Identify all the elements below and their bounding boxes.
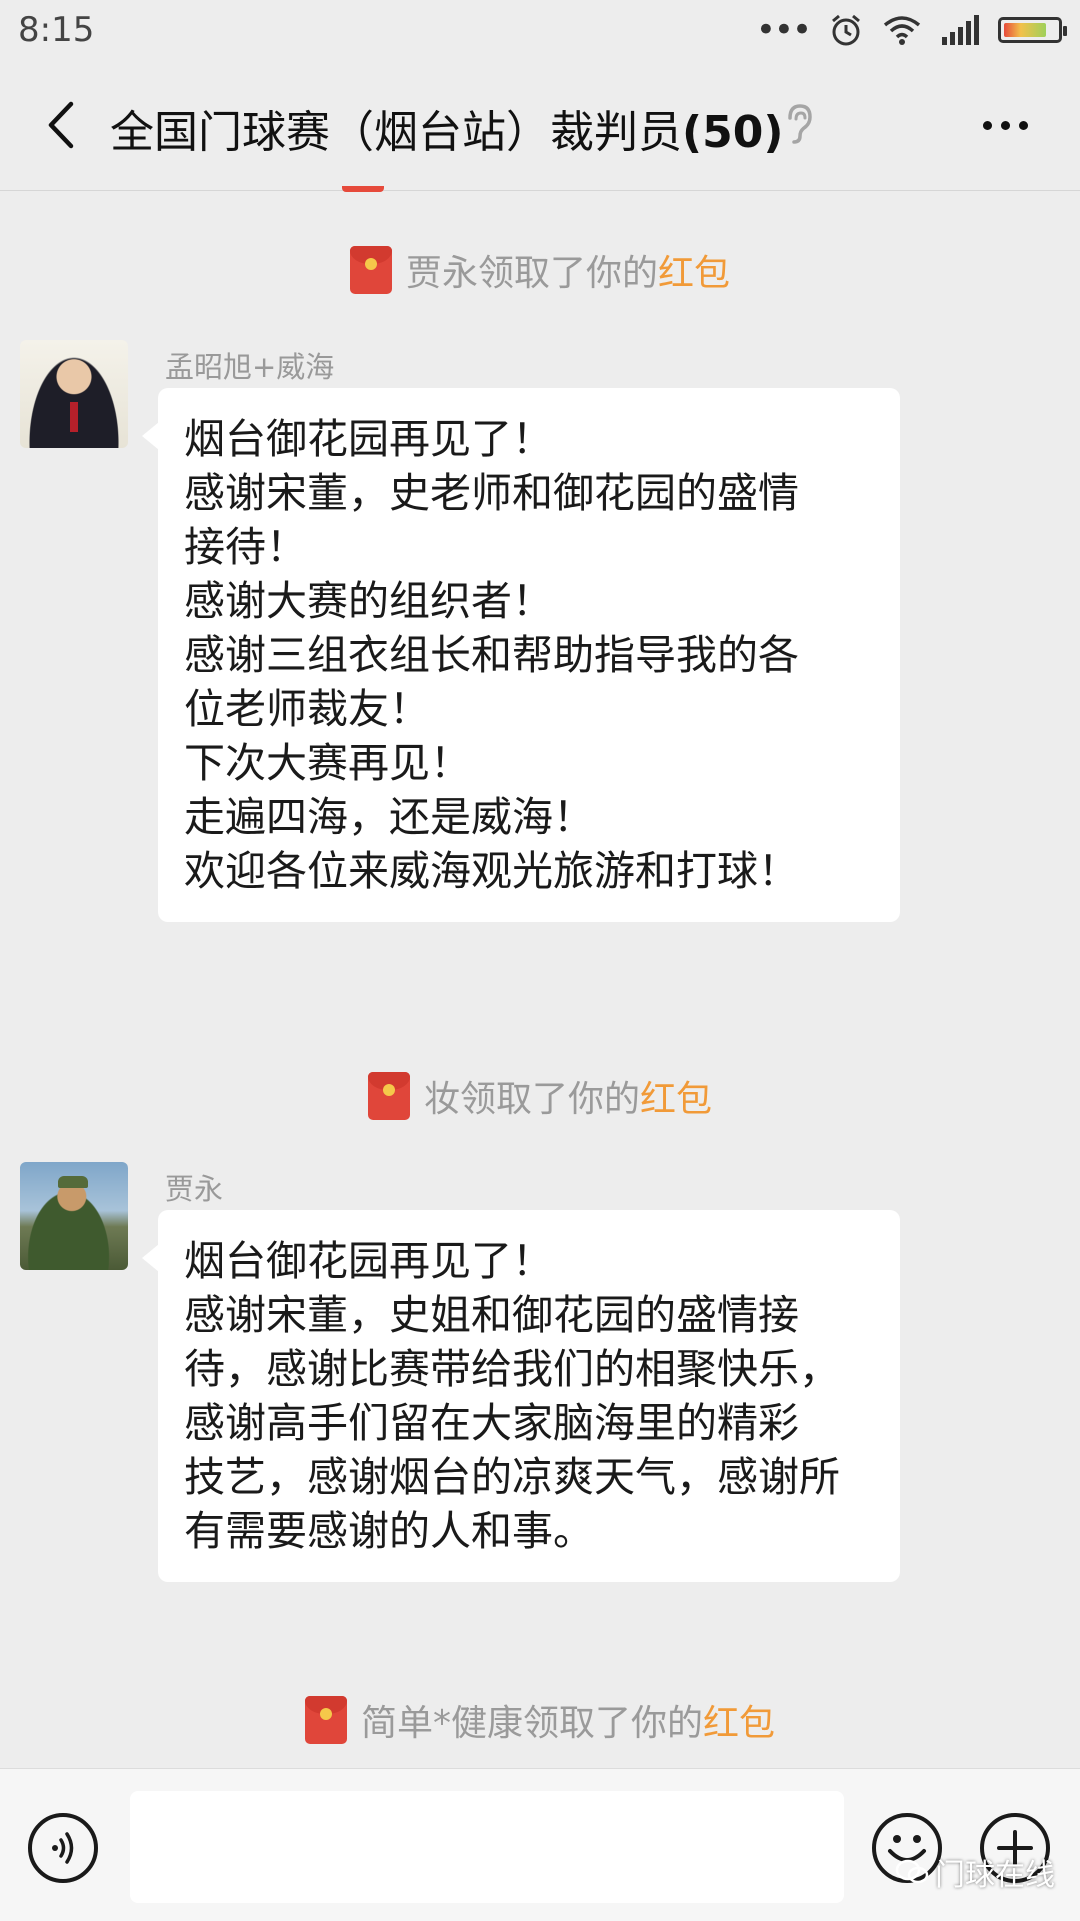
- message-line: 感谢宋董，史老师和御花园的盛情: [184, 469, 799, 517]
- avatar[interactable]: [20, 340, 128, 448]
- chat-header: 全国门球赛（烟台站）裁判员(50): [0, 60, 1080, 191]
- message-line: 有需要感谢的人和事。: [184, 1507, 594, 1555]
- watermark-logo-icon: [895, 1859, 929, 1884]
- red-packet-link[interactable]: 红包: [658, 253, 730, 294]
- status-bar: 8:15 •••: [0, 0, 1080, 60]
- signal-icon: [942, 15, 979, 45]
- message-line: 感谢三组衣组长和帮助指导我的各: [184, 631, 799, 679]
- message-line: 下次大赛再见！: [184, 739, 471, 787]
- message-line: 感谢宋董，史姐和御花园的盛情接: [184, 1291, 799, 1339]
- watermark: 门球在线: [895, 1850, 1055, 1894]
- message-line: 位老师裁友！: [184, 685, 430, 733]
- wifi-icon: [883, 16, 921, 45]
- system-notice: 简单*健康领取了你的红包: [0, 1694, 1080, 1746]
- message-line: 待，感谢比赛带给我们的相聚快乐，: [184, 1345, 840, 1393]
- message-line: 感谢高手们留在大家脑海里的精彩: [184, 1399, 799, 1447]
- sender-name: 贾永: [165, 1172, 224, 1206]
- red-packet-edge: [342, 186, 384, 192]
- watermark-text: 门球在线: [935, 1858, 1055, 1893]
- message-line: 技艺，感谢烟台的凉爽天气，感谢所: [184, 1453, 840, 1501]
- ear-icon: [788, 104, 812, 144]
- chevron-left-icon: [48, 101, 74, 149]
- message-bubble[interactable]: 烟台御花园再见了！ 感谢宋董，史老师和御花园的盛情 接待！ 感谢大赛的组织者！ …: [142, 388, 900, 922]
- more-dots-icon: •••: [755, 10, 812, 50]
- notice-text: 贾永领取了你的: [405, 253, 658, 294]
- notice-text: 简单*健康领取了你的: [360, 1703, 703, 1744]
- red-packet-link[interactable]: 红包: [703, 1703, 775, 1744]
- message-line: 烟台御花园再见了！: [184, 415, 553, 463]
- avatar[interactable]: [20, 1162, 128, 1270]
- message-bubble[interactable]: 烟台御花园再见了！ 感谢宋董，史姐和御花园的盛情接 待，感谢比赛带给我们的相聚快…: [142, 1210, 900, 1582]
- message-input[interactable]: [130, 1791, 844, 1903]
- message-line: 欢迎各位来威海观光旅游和打球！: [184, 847, 799, 895]
- red-packet-icon: [304, 1696, 347, 1744]
- message-line: 感谢大赛的组织者！: [184, 577, 553, 625]
- red-packet-link[interactable]: 红包: [640, 1079, 712, 1120]
- more-horizontal-icon: [982, 120, 992, 130]
- battery-icon: [998, 17, 1067, 43]
- more-options-button[interactable]: [970, 100, 1040, 150]
- chat-title: 全国门球赛（烟台站）裁判员(50): [110, 96, 783, 160]
- system-notice: 贾永领取了你的红包: [0, 244, 1080, 296]
- input-bar: [0, 1768, 1080, 1921]
- voice-button[interactable]: [28, 1813, 98, 1883]
- message-line: 烟台御花园再见了！: [184, 1237, 553, 1285]
- chat-member-count: (50): [682, 107, 784, 158]
- message-line: 接待！: [184, 523, 307, 571]
- back-button[interactable]: [30, 95, 90, 155]
- status-icons: •••: [755, 10, 1067, 50]
- red-packet-icon: [367, 1072, 410, 1120]
- status-time: 8:15: [18, 10, 95, 50]
- alarm-icon: [832, 14, 860, 46]
- message-line: 走遍四海，还是威海！: [184, 793, 594, 841]
- system-notice: 妆领取了你的红包: [0, 1070, 1080, 1122]
- sender-name: 孟昭旭+威海: [165, 350, 335, 384]
- voice-icon: [52, 1832, 74, 1864]
- notice-text: 妆领取了你的: [423, 1079, 640, 1120]
- chat-title-text: 全国门球赛（烟台站）裁判员: [110, 107, 682, 158]
- red-packet-icon: [349, 246, 392, 294]
